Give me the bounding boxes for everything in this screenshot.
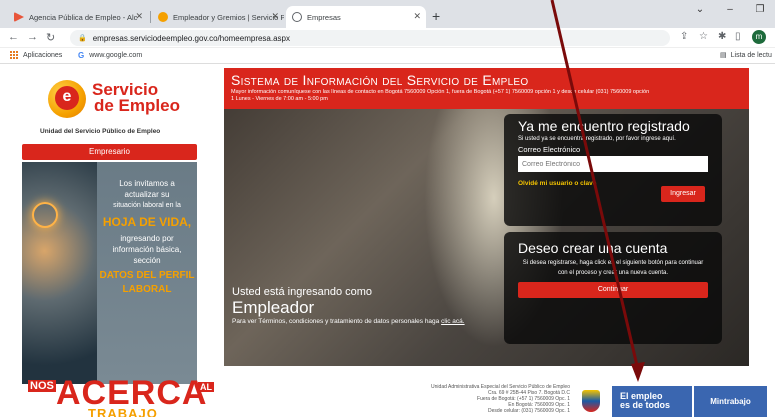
- continuar-button[interactable]: Continuar: [518, 282, 708, 298]
- window-controls: ⌄ – ❐: [685, 4, 775, 15]
- tab-favicon-icon: [14, 12, 24, 22]
- browser-tab-bar: Agencia Pública de Empleo - Alc ✕ Emplea…: [0, 0, 775, 28]
- reading-list[interactable]: ▤ Lista de lectu: [720, 51, 772, 60]
- url-input[interactable]: 🔒 empresas.serviciodeempleo.gov.co/homee…: [70, 30, 670, 46]
- tab-empresas[interactable]: Empresas ✕: [286, 6, 426, 28]
- bookmark-star-icon[interactable]: ☆: [699, 31, 708, 42]
- share-icon[interactable]: ⇪: [680, 31, 688, 42]
- tab-title: Agencia Pública de Empleo - Alc: [29, 12, 138, 22]
- close-tab-icon[interactable]: ✕: [135, 11, 143, 22]
- mintrabajo-label: Mintrabajo: [694, 386, 767, 417]
- tab-favicon-icon: [158, 12, 168, 22]
- tab-search-icon[interactable]: ⌄: [685, 4, 715, 15]
- promo-photo: [22, 162, 97, 384]
- logo-text-trabajo: TRABAJO: [88, 406, 158, 417]
- email-input[interactable]: [518, 156, 708, 172]
- close-tab-icon[interactable]: ✕: [271, 11, 279, 22]
- logo-subtitle: Unidad del Servicio Público de Empleo: [40, 128, 161, 135]
- login-panel: Ya me encuentro registrado Si usted ya s…: [504, 114, 722, 226]
- user-type-label: Empleador: [232, 298, 315, 317]
- apps-grid-icon: [10, 51, 18, 59]
- terms-link[interactable]: clic acá.: [441, 318, 464, 325]
- user-type-intro: Usted está ingresando como: [232, 286, 373, 298]
- ingresar-button[interactable]: Ingresar: [661, 186, 705, 202]
- extensions-icon[interactable]: ✱: [718, 31, 726, 42]
- reading-list-label: Lista de lectu: [730, 51, 772, 59]
- colombia-coat-of-arms-icon: [582, 390, 600, 412]
- new-tab-button[interactable]: +: [432, 8, 440, 24]
- contact-info: Mayor información comuníquese con las lí…: [231, 89, 650, 102]
- globe-icon: [292, 12, 302, 22]
- sidepanel-icon[interactable]: ▯: [735, 31, 741, 42]
- promo-highlight: HOJA DE VIDA,: [102, 215, 192, 229]
- tab-empleador[interactable]: Empleador y Gremios | Servicio P ✕: [152, 6, 284, 28]
- promo-text-panel: Los invitamos a actualizar su situación …: [97, 162, 197, 384]
- tab-title: Empleador y Gremios | Servicio P: [173, 12, 284, 22]
- mintrabajo-logo[interactable]: El empleo es de todos Mintrabajo: [572, 384, 767, 417]
- footer-address: Unidad Administrativa Especial del Servi…: [330, 384, 570, 414]
- url-text: empresas.serviciodeempleo.gov.co/homeemp…: [92, 33, 290, 43]
- promo-line: sección: [133, 256, 161, 265]
- hero-section: Sistema de Información del Servicio de E…: [224, 68, 749, 366]
- empleo-line2: es de todos: [620, 400, 671, 410]
- reading-list-icon: ▤: [720, 52, 727, 59]
- create-account-description: Si desea registrarse, haga click en el s…: [522, 260, 704, 276]
- promo-highlight: DATOS DEL PERFIL: [99, 270, 195, 281]
- google-icon: G: [78, 51, 85, 60]
- system-title: Sistema de Información del Servicio de E…: [231, 72, 529, 88]
- forward-arrow-icon[interactable]: →: [27, 31, 38, 43]
- close-tab-icon[interactable]: ✕: [413, 11, 421, 22]
- empresario-button[interactable]: Empresario: [22, 144, 197, 160]
- promo-line: situación laboral en la: [113, 202, 181, 209]
- promo-banner[interactable]: Los invitamos a actualizar su situación …: [22, 162, 197, 384]
- tab-divider: [150, 11, 151, 23]
- bookmark-apps[interactable]: Aplicaciones: [10, 51, 62, 59]
- promo-line: actualizar su: [124, 190, 170, 199]
- logo-line2: de Empleo: [94, 96, 180, 115]
- bookmark-label: Aplicaciones: [23, 51, 63, 59]
- promo-line: información básica,: [112, 245, 182, 254]
- logo-text-al: AL: [198, 382, 214, 392]
- page-content: e Servicio de Empleo Unidad del Servicio…: [0, 64, 775, 417]
- terms-text: Para ver Términos, condiciones y tratami…: [232, 318, 465, 325]
- servicio-empleo-logo[interactable]: e Servicio de Empleo Unidad del Servicio…: [30, 74, 190, 144]
- bookmark-google[interactable]: G www.google.com: [78, 51, 142, 60]
- profile-avatar[interactable]: m: [752, 30, 766, 44]
- address-bar-row: ← → ↻ 🔒 empresas.serviciodeempleo.gov.co…: [0, 28, 775, 48]
- back-arrow-icon[interactable]: ←: [8, 31, 19, 43]
- maximize-button[interactable]: ❐: [745, 4, 775, 15]
- empleo-de-todos-box: El empleo es de todos: [612, 386, 692, 417]
- touch-light-icon: [32, 202, 58, 228]
- promo-line: ingresando por: [120, 234, 174, 243]
- tab-title: Empresas: [307, 12, 341, 22]
- promo-line: Los invitamos a: [119, 179, 175, 188]
- hero-header: Sistema de Información del Servicio de E…: [224, 68, 749, 109]
- tab-agencia[interactable]: Agencia Pública de Empleo - Alc ✕: [8, 6, 148, 28]
- nos-acerca-al-trabajo-logo[interactable]: NOS ACERCA AL TRABAJO: [28, 372, 228, 417]
- bookmarks-bar: Aplicaciones G www.google.com ▤ Lista de…: [0, 48, 775, 64]
- login-subtitle: Si usted ya se encuentra registrado, por…: [518, 136, 676, 142]
- reload-icon[interactable]: ↻: [46, 31, 55, 44]
- forgot-credentials-link[interactable]: Olvidé mi usuario o clave: [518, 180, 596, 187]
- create-account-title: Deseo crear una cuenta: [518, 240, 668, 256]
- address-line: Desde celular: (031) 7560009 Opc. 1: [488, 408, 570, 414]
- terms-prefix: Para ver Términos, condiciones y tratami…: [232, 318, 442, 325]
- lock-icon: 🔒: [78, 35, 87, 42]
- logo-emblem-icon: e: [48, 80, 86, 118]
- email-label: Correo Electrónico: [518, 145, 581, 154]
- login-title: Ya me encuentro registrado: [518, 118, 690, 134]
- minimize-button[interactable]: –: [715, 4, 745, 15]
- logo-text-nos: NOS: [28, 380, 56, 392]
- bookmark-label: www.google.com: [89, 52, 143, 59]
- create-account-panel: Deseo crear una cuenta Si desea registra…: [504, 232, 722, 344]
- promo-highlight: LABORAL: [122, 284, 172, 295]
